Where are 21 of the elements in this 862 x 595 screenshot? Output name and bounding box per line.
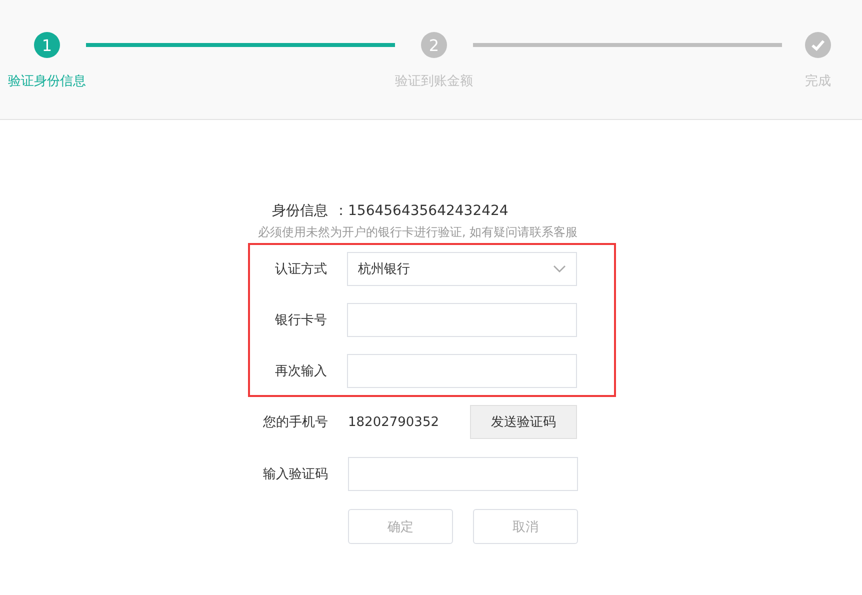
- identity-value: ：156456435642432424: [334, 202, 508, 220]
- field-label: 银行卡号: [274, 312, 327, 329]
- input-field[interactable]: [347, 354, 577, 388]
- step-circle: 1: [34, 32, 60, 58]
- step-circle: 2: [421, 32, 447, 58]
- bank-select[interactable]: 杭州银行: [347, 252, 577, 286]
- identity-label: 身份信息: [272, 202, 328, 220]
- field-label: 您的手机号: [262, 414, 328, 431]
- send-code-button[interactable]: 发送验证码: [470, 405, 577, 439]
- phone-number: 18202790352: [348, 414, 440, 430]
- check-icon: [811, 39, 825, 51]
- field-label: 再次输入: [274, 363, 327, 380]
- hint-text: 必须使用未然为开户的银行卡进行验证, 如有疑问请联系客服: [258, 224, 579, 241]
- chevron-down-icon: [553, 265, 566, 273]
- step-label: 完成: [805, 73, 831, 90]
- input-field[interactable]: [347, 303, 577, 337]
- field-label: 认证方式: [274, 261, 327, 278]
- input-field[interactable]: [348, 457, 578, 491]
- field-label: 输入验证码: [262, 466, 328, 483]
- step-label: 验证到账金额: [395, 73, 473, 90]
- step-label: 验证身份信息: [8, 73, 86, 90]
